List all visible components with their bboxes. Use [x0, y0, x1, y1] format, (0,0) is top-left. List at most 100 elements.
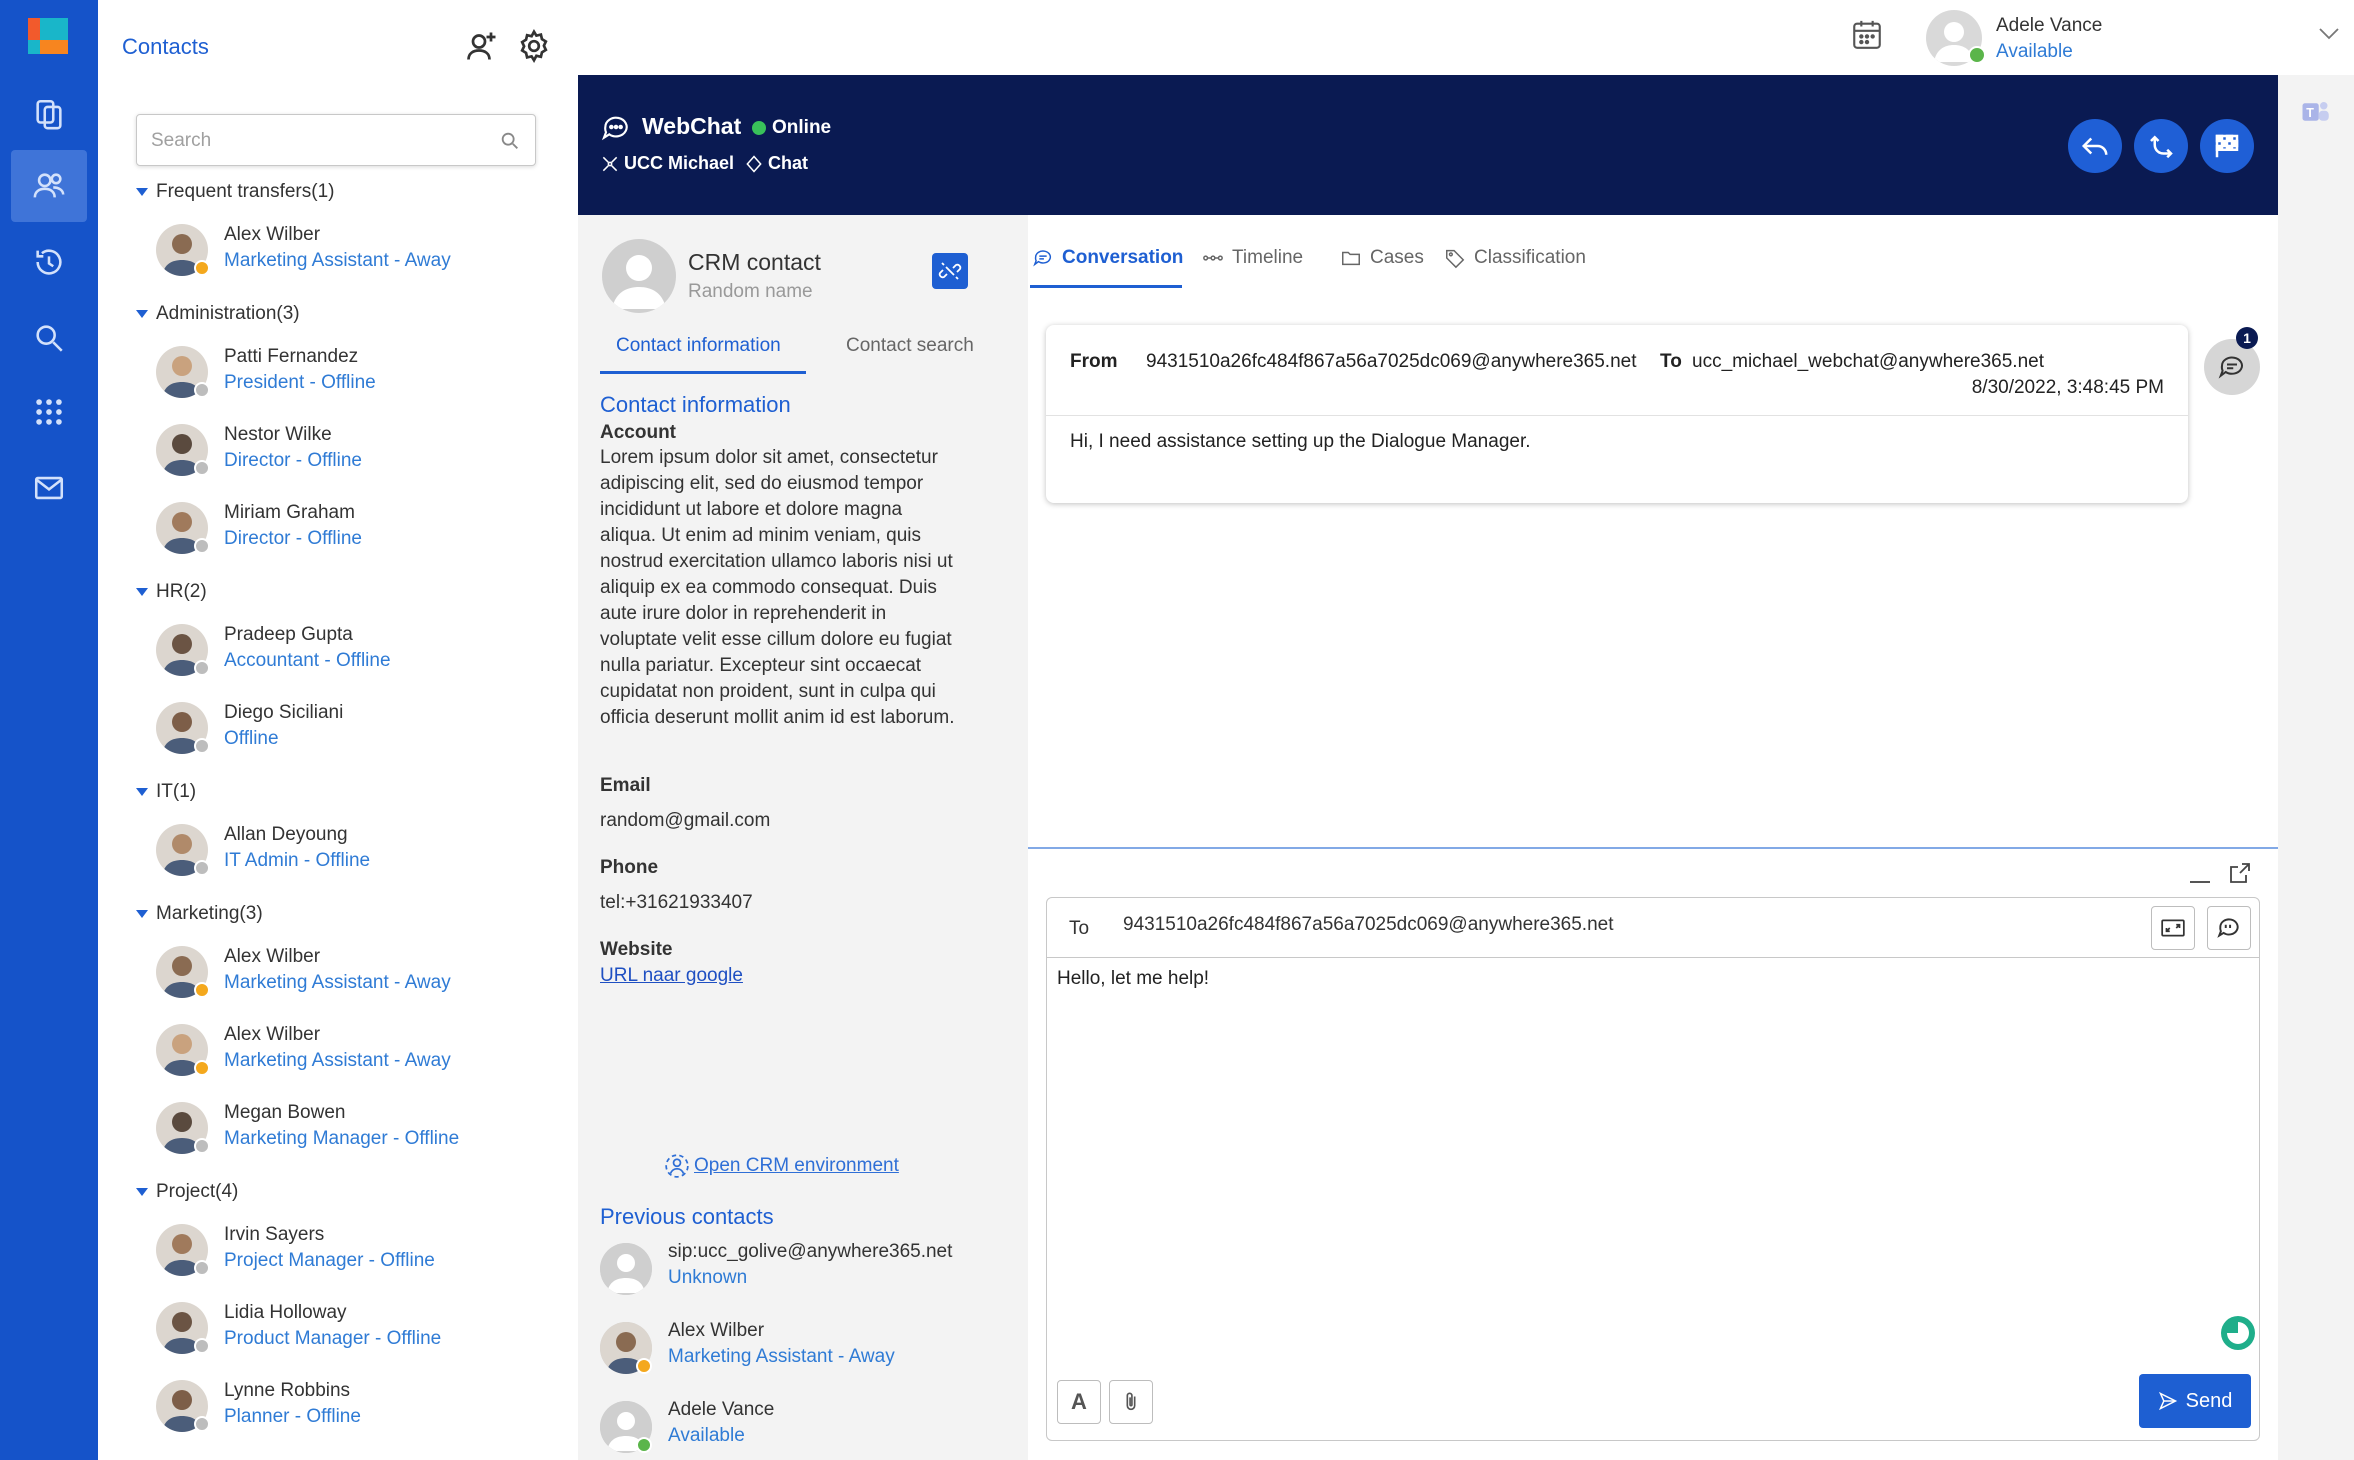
person-silhouette-icon [612, 255, 666, 309]
previous-contact-name: sip:ucc_golive@anywhere365.net [668, 1241, 953, 1262]
reply-icon [2081, 137, 2108, 155]
list-item[interactable]: Miriam Graham Director - Offline [98, 492, 578, 570]
presence-dot [194, 660, 210, 676]
queue-icon [602, 156, 618, 171]
type-label: Chat [744, 153, 808, 174]
previous-contact-item[interactable]: Adele Vance Available [600, 1395, 1020, 1460]
quote-button[interactable] [2207, 906, 2251, 950]
group-header[interactable]: IT(1) [98, 770, 578, 814]
presence-dot [194, 1416, 210, 1432]
add-person-icon [467, 32, 496, 60]
tab-contact-information[interactable]: Contact information [616, 335, 781, 357]
queue-name: UCC Michael [624, 153, 735, 173]
list-item[interactable]: Megan Bowen Marketing Manager - Offline [98, 1092, 578, 1170]
group-header[interactable]: Frequent transfers(1) [98, 170, 578, 214]
contact-description: Director - Offline [224, 528, 362, 549]
contact-description: Marketing Assistant - Away [224, 250, 451, 271]
tab-timeline[interactable]: Timeline [1202, 247, 1303, 269]
list-item[interactable]: Irvin Sayers Project Manager - Offline [98, 1214, 578, 1292]
sessions-button[interactable] [11, 78, 87, 150]
group-header[interactable]: Project(4) [98, 1170, 578, 1214]
user-status[interactable]: Available [1996, 41, 2073, 63]
list-item[interactable]: Alex Wilber Marketing Assistant - Away [98, 214, 578, 292]
group-header[interactable]: HR(2) [98, 570, 578, 614]
list-item[interactable]: Allan Deyoung IT Admin - Offline [98, 814, 578, 892]
contact-search-input[interactable] [151, 127, 491, 155]
contact-description: President - Offline [224, 372, 376, 393]
reply-button[interactable] [2068, 119, 2122, 173]
website-link[interactable]: URL naar google [600, 965, 743, 987]
contact-name: Patti Fernandez [224, 346, 359, 367]
format-text-button[interactable]: A [1057, 1380, 1101, 1424]
crm-unlink-button[interactable] [932, 253, 968, 289]
list-item[interactable]: Pradeep Gupta Accountant - Offline [98, 614, 578, 692]
quote-bubble-icon [2217, 918, 2239, 938]
group-header[interactable]: Administration(3) [98, 292, 578, 336]
popout-icon[interactable] [2228, 861, 2252, 885]
list-item[interactable]: Patti Fernandez President - Offline [98, 336, 578, 414]
caret-down-icon [136, 910, 148, 918]
search-button[interactable] [11, 302, 87, 374]
chevron-down-icon[interactable] [2318, 26, 2340, 42]
from-value: 9431510a26fc484f867a56a7025dc069@anywher… [1146, 351, 1637, 372]
list-item[interactable]: Lidia Holloway Product Manager - Offline [98, 1292, 578, 1370]
tab-conversation[interactable]: Conversation [1032, 247, 1183, 269]
presence-dot [194, 382, 210, 398]
list-item[interactable]: Nestor Wilke Director - Offline [98, 414, 578, 492]
send-button[interactable]: Send [2139, 1374, 2251, 1428]
contact-search [136, 114, 536, 166]
mail-button[interactable] [11, 452, 87, 524]
previous-contact-item[interactable]: sip:ucc_golive@anywhere365.net Unknown [600, 1237, 1020, 1309]
contacts-title: Contacts [122, 34, 209, 59]
open-crm-text[interactable]: Open CRM environment [694, 1155, 899, 1177]
caret-down-icon [136, 1188, 148, 1196]
calendar-icon[interactable] [1850, 18, 1884, 52]
contact-description: Marketing Assistant - Away [224, 1050, 451, 1071]
contact-name: Alex Wilber [224, 946, 321, 967]
user-name[interactable]: Adele Vance [1996, 15, 2102, 37]
contact-list: Frequent transfers(1) Alex Wilber Marketin… [98, 170, 578, 1448]
tab-classification[interactable]: Classification [1444, 247, 1586, 269]
contact-description: Product Manager - Offline [224, 1328, 442, 1349]
search-icon[interactable] [499, 130, 521, 152]
contact-name: Alex Wilber [224, 1024, 321, 1045]
tab-cases[interactable]: Cases [1340, 247, 1424, 269]
contacts-button[interactable] [11, 150, 87, 222]
tab-contact-search[interactable]: Contact search [846, 335, 974, 357]
top-bar: Adele Vance Available [578, 0, 2354, 75]
app-rail [0, 0, 98, 1460]
settings-button[interactable] [516, 28, 552, 64]
minimize-icon[interactable] [2190, 881, 2210, 883]
contact-description: Project Manager - Offline [224, 1250, 435, 1271]
group-label: IT(1) [156, 781, 197, 802]
list-item[interactable]: Alex Wilber Marketing Assistant - Away [98, 1014, 578, 1092]
list-item[interactable]: Diego Siciliani Offline [98, 692, 578, 770]
contact-description: Director - Offline [224, 450, 362, 471]
contacts-panel: Contacts Frequent transfers(1) Alex Wilbe… [98, 0, 578, 1460]
group-header[interactable]: Marketing(3) [98, 892, 578, 936]
composer-to-value: 9431510a26fc484f867a56a7025dc069@anywher… [1123, 914, 1614, 935]
message-card: From 9431510a26fc484f867a56a7025dc069@an… [1046, 325, 2188, 503]
screenshot-button[interactable] [2151, 906, 2195, 950]
folder-icon [1342, 251, 1360, 266]
session-status: Online [772, 117, 832, 138]
history-button[interactable] [11, 226, 87, 298]
list-item[interactable]: Alex Wilber Marketing Assistant - Away [98, 936, 578, 1014]
finish-button[interactable] [2200, 119, 2254, 173]
presence-dot [194, 982, 210, 998]
presence-dot [194, 1060, 210, 1076]
chat-icon [1033, 250, 1051, 267]
apps-button[interactable] [11, 376, 87, 448]
add-contact-button[interactable] [464, 28, 500, 64]
message-input[interactable] [1057, 968, 2247, 1328]
attach-button[interactable] [1109, 1380, 1153, 1424]
open-crm-link[interactable]: Open CRM environment [664, 1153, 899, 1179]
transfer-button[interactable] [2134, 119, 2188, 173]
composer-to-row: To 9431510a26fc484f867a56a7025dc069@anyw… [1047, 898, 2259, 958]
teams-icon[interactable]: T [2300, 97, 2330, 127]
list-item[interactable]: Lynne Robbins Planner - Offline [98, 1370, 578, 1448]
channel-name: WebChat [642, 113, 742, 139]
quick-replies-badge: 1 [2236, 327, 2258, 349]
checkered-flag-icon [2215, 134, 2239, 158]
previous-contact-item[interactable]: Alex Wilber Marketing Assistant - Away [600, 1316, 1020, 1388]
